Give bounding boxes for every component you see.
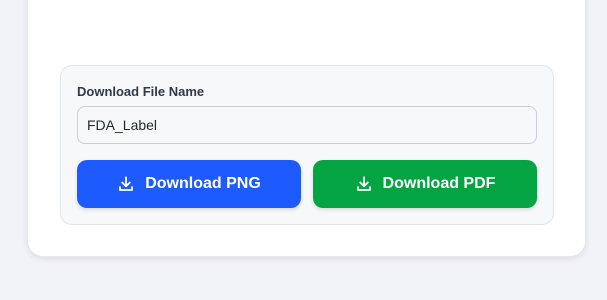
download-icon	[355, 175, 373, 193]
download-pdf-button[interactable]: Download PDF	[313, 160, 537, 208]
download-png-label: Download PNG	[145, 175, 261, 192]
download-pdf-label: Download PDF	[382, 175, 496, 192]
file-name-input[interactable]	[77, 106, 537, 144]
download-icon	[117, 175, 135, 193]
download-png-button[interactable]: Download PNG	[77, 160, 301, 208]
file-name-label: Download File Name	[77, 84, 205, 99]
